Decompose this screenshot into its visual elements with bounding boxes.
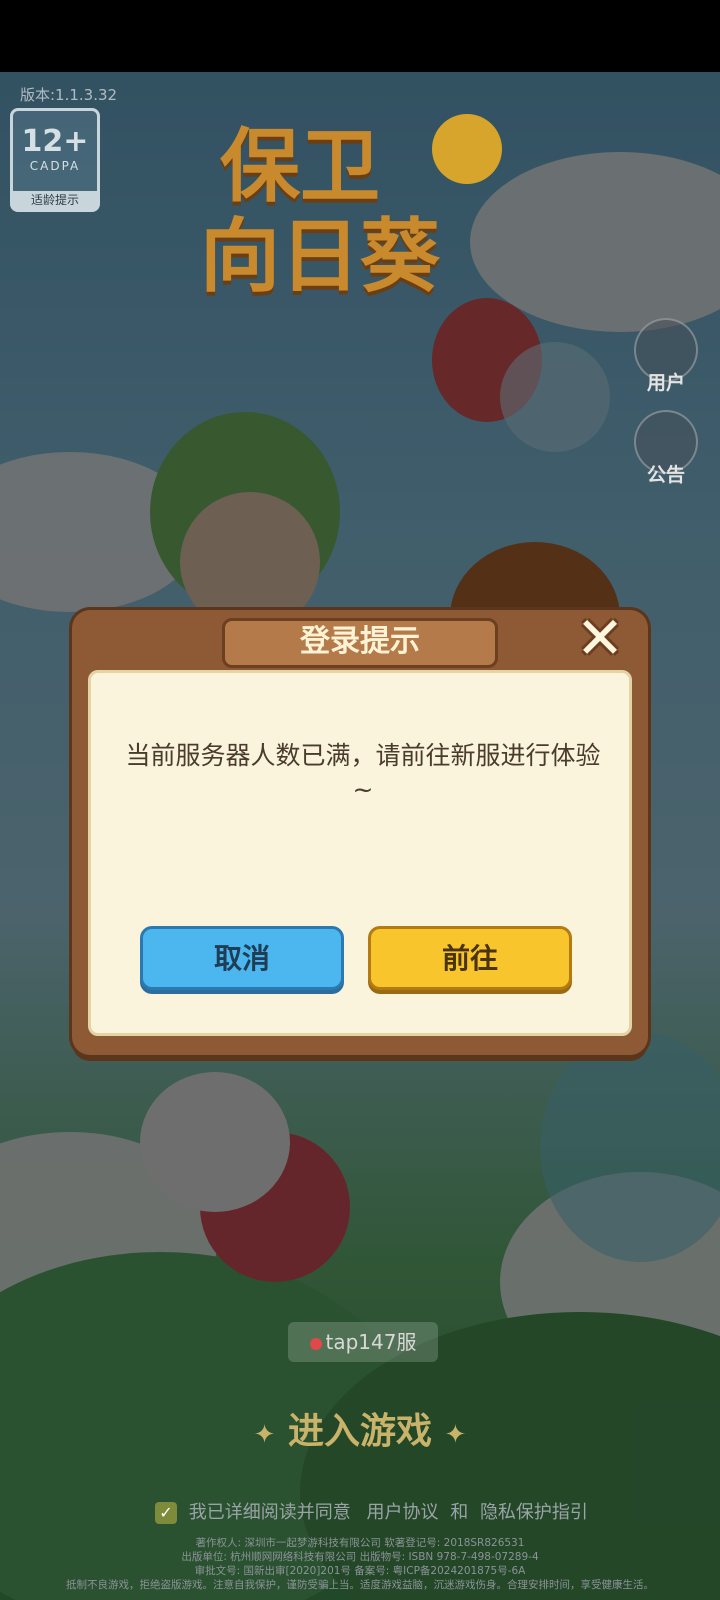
footer-line: 抵制不良游戏，拒绝盗版游戏。注意自我保护，谨防受骗上当。适度游戏益脑，沉迷游戏伤… <box>66 1579 654 1591</box>
cancel-button[interactable]: 取消 <box>140 926 344 990</box>
footer-line: 著作权人: 深圳市一起梦游科技有限公司 软著登记号: 2018SR826531 <box>195 1537 525 1549</box>
agreement-checkbox[interactable]: ✓ <box>155 1502 177 1524</box>
close-icon[interactable]: ✕ <box>572 609 628 667</box>
agreement-row: ✓ 我已详细阅读并同意 用户协议 和 隐私保护指引 <box>155 1498 588 1524</box>
sparkle-icon: ✦ <box>253 1420 276 1450</box>
version-label: 版本:1.1.3.32 <box>20 86 118 104</box>
privacy-link[interactable]: 隐私保护指引 <box>480 1502 588 1523</box>
game-screen: 版本:1.1.3.32 12+ CADPA 适龄提示 保卫 向日葵 用户 公告 … <box>0 0 720 1600</box>
game-logo: 保卫 向日葵 <box>170 92 520 303</box>
sparkle-icon: ✦ <box>444 1420 467 1450</box>
enter-game-label: 进入游戏 <box>287 1411 432 1452</box>
enter-game-button[interactable]: ✦ 进入游戏 ✦ <box>240 1402 480 1462</box>
age-rating-number: 12+ <box>21 124 89 159</box>
age-rating-tip: 适龄提示 <box>13 191 97 209</box>
sunflower-icon <box>432 114 502 184</box>
notice-button-label: 公告 <box>646 464 685 486</box>
server-selector[interactable]: tap147服 <box>288 1322 438 1362</box>
footer-notice: 著作权人: 深圳市一起梦游科技有限公司 软著登记号: 2018SR826531 … <box>0 1536 720 1592</box>
footer-line: 审批文号: 国新出审[2020]201号 备案号: 粤ICP备202420187… <box>194 1565 526 1577</box>
go-button[interactable]: 前往 <box>368 926 572 990</box>
server-name: tap147服 <box>325 1330 417 1354</box>
logo-line-2: 向日葵 <box>200 210 440 303</box>
server-status-dot <box>309 1337 322 1350</box>
dialog-message: 当前服务器人数已满，请前往新服进行体验~ <box>125 741 601 804</box>
user-agreement-link[interactable]: 用户协议 <box>366 1502 438 1523</box>
user-button[interactable]: 用户 <box>634 318 698 395</box>
agreement-prefix: 我已详细阅读并同意 <box>188 1502 351 1523</box>
age-rating-org: CADPA <box>29 159 81 173</box>
footer-line: 出版单位: 杭州顺网网络科技有限公司 出版物号: ISBN 978-7-498-… <box>181 1551 539 1563</box>
login-dialog: 登录提示 ✕ 当前服务器人数已满，请前往新服进行体验~ 取消 前往 <box>72 609 648 1055</box>
notice-button[interactable]: 公告 <box>634 410 698 487</box>
dialog-title: 登录提示 <box>222 618 498 668</box>
agreement-and: 和 <box>450 1502 469 1523</box>
status-bar <box>0 0 720 72</box>
user-button-label: 用户 <box>646 372 685 394</box>
age-rating-badge[interactable]: 12+ CADPA 适龄提示 <box>10 108 100 212</box>
